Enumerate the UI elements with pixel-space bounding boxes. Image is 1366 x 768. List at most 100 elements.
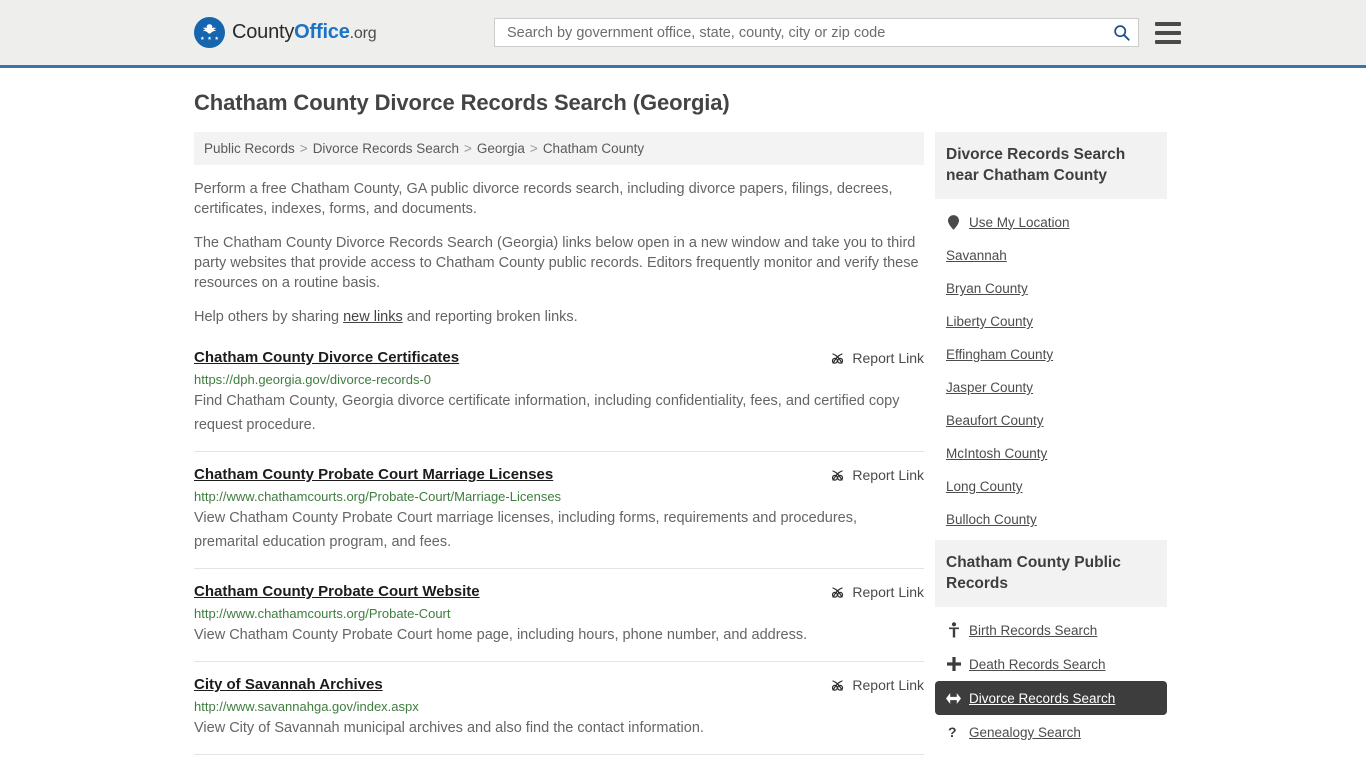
breadcrumb-item-divorce-records-search[interactable]: Divorce Records Search — [313, 141, 459, 156]
search-icon — [1113, 25, 1130, 41]
content-columns: Public Records > Divorce Records Search … — [194, 132, 1172, 768]
report-link-label: Report Link — [852, 584, 924, 600]
sidebar-link[interactable]: Beaufort County — [946, 413, 1044, 428]
search-button[interactable] — [1110, 22, 1132, 44]
hamburger-bar — [1155, 39, 1181, 44]
sidebar-item-beaufort-county[interactable]: Beaufort County — [935, 404, 1167, 437]
new-links-link[interactable]: new links — [343, 309, 403, 325]
header-search-block — [494, 18, 1181, 47]
sidebar-nearby-list: Use My Location Savannah Bryan County Li… — [935, 199, 1167, 536]
sidebar-link[interactable]: Jasper County — [946, 380, 1033, 395]
cross-icon — [946, 656, 961, 672]
sidebar-link[interactable]: Long County — [946, 479, 1023, 494]
report-link-label: Report Link — [852, 467, 924, 483]
result-title-link[interactable]: Chatham County Divorce Certificates — [194, 349, 459, 366]
sidebar-link[interactable]: Use My Location — [969, 215, 1070, 230]
sidebar-item-effingham-county[interactable]: Effingham County — [935, 338, 1167, 371]
sidebar-item-divorce-records-search[interactable]: Divorce Records Search — [935, 681, 1167, 715]
report-link-label: Report Link — [852, 677, 924, 693]
breadcrumb-separator: > — [299, 141, 308, 156]
result-description: View City of Savannah municipal archives… — [194, 720, 704, 736]
baby-icon — [946, 622, 961, 638]
search-box[interactable] — [494, 18, 1139, 47]
question-icon: ? — [946, 724, 961, 740]
sidebar-link[interactable]: Death Records Search — [969, 657, 1106, 672]
broken-link-icon — [832, 469, 844, 481]
breadcrumb-separator: > — [464, 141, 472, 156]
broken-link-icon — [832, 352, 844, 364]
report-link-label: Report Link — [852, 350, 924, 366]
result-title-link[interactable]: City of Savannah Archives — [194, 676, 383, 693]
map-pin-icon — [946, 214, 961, 230]
sidebar-item-death-records-search[interactable]: Death Records Search — [935, 647, 1167, 681]
sidebar-link[interactable]: Birth Records Search — [969, 623, 1097, 638]
breadcrumb-item-georgia[interactable]: Georgia — [477, 141, 525, 156]
site-logo[interactable]: CountyOffice.org — [194, 17, 377, 48]
split-arrow-icon — [946, 690, 961, 706]
sidebar-item-bryan-county[interactable]: Bryan County — [935, 272, 1167, 305]
result-description: Find Chatham County, Georgia divorce cer… — [194, 393, 900, 433]
sidebar-item-use-my-location[interactable]: Use My Location — [935, 205, 1167, 239]
sidebar-link[interactable]: Liberty County — [946, 314, 1033, 329]
result-item: City of Savannah Archives Report Link ht… — [194, 676, 924, 755]
result-item: Chatham County Probate Court Website Rep… — [194, 583, 924, 662]
broken-link-icon — [832, 586, 844, 598]
eagle-shield-logo-icon — [194, 17, 225, 48]
site-header: CountyOffice.org — [0, 0, 1366, 68]
sidebar-link[interactable]: Divorce Records Search — [969, 691, 1115, 706]
intro-p3-after: and reporting broken links. — [402, 309, 578, 325]
sidebar-item-liberty-county[interactable]: Liberty County — [935, 305, 1167, 338]
sidebar-item-birth-records-search[interactable]: Birth Records Search — [935, 613, 1167, 647]
report-link-button[interactable]: Report Link — [830, 349, 924, 366]
intro-p3-before: Help others by sharing — [194, 309, 344, 325]
result-description: View Chatham County Probate Court marria… — [194, 510, 858, 550]
intro-paragraph-3: Help others by sharing new links and rep… — [194, 307, 924, 327]
result-url: https://dph.georgia.gov/divorce-records-… — [194, 372, 432, 387]
result-url: http://www.chathamcourts.org/Probate-Cou… — [194, 489, 562, 504]
sidebar-link[interactable]: Bryan County — [946, 281, 1028, 296]
breadcrumb: Public Records > Divorce Records Search … — [194, 132, 924, 165]
main-column: Public Records > Divorce Records Search … — [194, 132, 924, 768]
hamburger-bar — [1155, 30, 1181, 35]
sidebar-link[interactable]: Effingham County — [946, 347, 1053, 362]
search-input[interactable] — [505, 19, 1110, 46]
sidebar-link[interactable]: Savannah — [946, 248, 1007, 263]
sidebar-panel-public-records: Chatham County Public Records Birth Reco… — [935, 540, 1167, 749]
result-description: View Chatham County Probate Court home p… — [194, 627, 808, 643]
sidebar-item-savannah[interactable]: Savannah — [935, 239, 1167, 272]
result-header: Chatham County Probate Court Marriage Li… — [194, 466, 924, 483]
intro-paragraph-1: Perform a free Chatham County, GA public… — [194, 181, 893, 217]
sidebar-panel-nearby: Divorce Records Search near Chatham Coun… — [935, 132, 1167, 536]
breadcrumb-item-chatham-county[interactable]: Chatham County — [543, 141, 644, 156]
report-link-button[interactable]: Report Link — [830, 676, 924, 693]
page-title: Chatham County Divorce Records Search (G… — [194, 90, 730, 115]
result-item: Chatham County Probate Court Marriage Li… — [194, 466, 924, 569]
report-link-button[interactable]: Report Link — [830, 466, 924, 483]
result-title-link[interactable]: Chatham County Probate Court Website — [194, 583, 480, 600]
sidebar-link[interactable]: McIntosh County — [946, 446, 1047, 461]
report-link-button[interactable]: Report Link — [830, 583, 924, 600]
hamburger-menu-icon[interactable] — [1155, 21, 1181, 44]
sidebar-public-records-heading: Chatham County Public Records — [935, 540, 1167, 607]
breadcrumb-separator: > — [529, 141, 538, 156]
result-title-link[interactable]: Chatham County Probate Court Marriage Li… — [194, 466, 553, 483]
sidebar-item-mcintosh-county[interactable]: McIntosh County — [935, 437, 1167, 470]
intro-text: Perform a free Chatham County, GA public… — [194, 179, 924, 327]
sidebar-link[interactable]: Bulloch County — [946, 512, 1037, 527]
breadcrumb-item-public-records[interactable]: Public Records — [204, 141, 295, 156]
sidebar-item-jasper-county[interactable]: Jasper County — [935, 371, 1167, 404]
sidebar-item-bulloch-county[interactable]: Bulloch County — [935, 503, 1167, 536]
logo-text-org: .org — [349, 25, 377, 42]
intro-paragraph-2: The Chatham County Divorce Records Searc… — [194, 235, 919, 291]
result-header: Chatham County Probate Court Website Rep… — [194, 583, 924, 600]
sidebar-link[interactable]: Genealogy Search — [969, 725, 1081, 740]
result-header: City of Savannah Archives Report Link — [194, 676, 924, 693]
sidebar-item-genealogy-search[interactable]: ? Genealogy Search — [935, 715, 1167, 749]
logo-wordmark: CountyOffice.org — [232, 21, 377, 44]
logo-text-county: County — [232, 21, 295, 43]
sidebar-item-long-county[interactable]: Long County — [935, 470, 1167, 503]
sidebar-nearby-heading: Divorce Records Search near Chatham Coun… — [935, 132, 1167, 199]
result-item: Chatham County Divorce Certificates Repo… — [194, 349, 924, 452]
result-header: Chatham County Divorce Certificates Repo… — [194, 349, 924, 366]
result-url: http://www.savannahga.gov/index.aspx — [194, 699, 419, 714]
